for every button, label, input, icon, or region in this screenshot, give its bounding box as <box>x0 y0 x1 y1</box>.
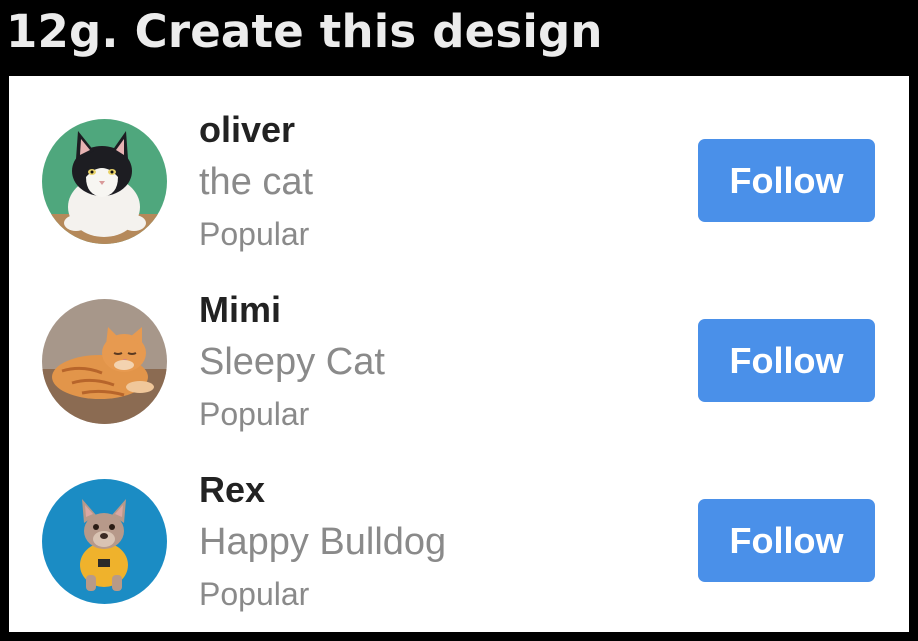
follow-button[interactable]: Follow <box>698 499 875 582</box>
follow-button[interactable]: Follow <box>698 319 875 402</box>
user-row: Mimi Sleepy Cat Popular Follow <box>9 256 909 436</box>
user-subtitle: Happy Bulldog <box>199 521 447 563</box>
user-name: oliver <box>199 109 296 150</box>
follow-button[interactable]: Follow <box>698 139 875 222</box>
user-list: oliver the cat Popular Follow Mimi Sleep… <box>9 76 909 632</box>
page: 12g. Create this design oliver the cat P… <box>0 0 918 641</box>
page-title: 12g. Create this design <box>6 5 603 58</box>
user-tag: Popular <box>199 396 310 432</box>
avatar <box>42 299 167 424</box>
sleeping-cat-photo <box>42 299 167 424</box>
user-row: oliver the cat Popular Follow <box>9 76 909 256</box>
user-name: Mimi <box>199 289 282 330</box>
user-tag: Popular <box>199 576 310 612</box>
user-subtitle: Sleepy Cat <box>199 341 385 383</box>
user-name: Rex <box>199 469 266 510</box>
bulldog-photo <box>42 479 167 604</box>
user-row: Rex Happy Bulldog Popular Follow <box>9 436 909 616</box>
avatar <box>42 119 167 244</box>
avatar <box>42 479 167 604</box>
user-tag: Popular <box>199 216 310 252</box>
user-subtitle: the cat <box>199 161 314 203</box>
cat-photo <box>42 119 167 244</box>
